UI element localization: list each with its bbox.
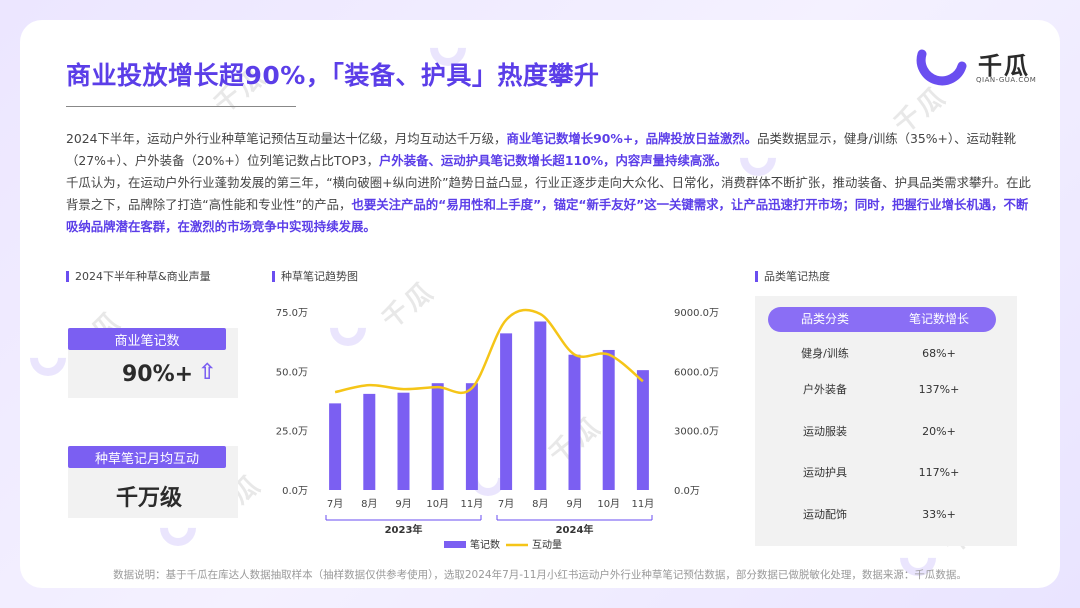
stat-label: 种草笔记月均互动 <box>68 446 226 468</box>
heading-marker <box>66 270 69 282</box>
x-tick-label: 8月 <box>532 498 548 510</box>
qiangua-logo-icon <box>916 49 967 86</box>
legend-label-interaction: 互动量 <box>532 539 562 551</box>
table-row: 健身/训练 68%+ <box>768 345 996 363</box>
trend-chart: 0.0万 25.0万 50.0万 75.0万 0.0万 3000.0万 6000.0万 900… <box>276 308 719 551</box>
table-cell-growth: 117%+ <box>918 466 960 479</box>
table-cell-category: 运动配饰 <box>803 508 847 521</box>
table-row: 运动护具 117%+ <box>768 464 996 482</box>
data-footnote: 数据说明：基于千瓜在库达人数据抽取样本（抽样数据仅供参考使用），选取2024年7… <box>113 569 967 581</box>
stat-value: 千万级 <box>116 486 183 511</box>
table-cell-growth: 137%+ <box>918 383 960 396</box>
chart-line-interaction <box>334 308 644 394</box>
logo-domain: QIAN-GUA.COM <box>976 76 1037 84</box>
y-left-tick-label: 50.0万 <box>276 367 308 378</box>
legend-swatch-notes <box>444 541 466 548</box>
section-heading-text: 2024下半年种草&商业声量 <box>75 270 211 283</box>
stat-card-monthly-interaction: 种草笔记月均互动 千万级 <box>68 446 238 518</box>
section-heading-category: 品类笔记热度 <box>755 268 830 284</box>
table-cell-category: 运动护具 <box>803 466 847 479</box>
x-tick-label: 7月 <box>498 498 514 510</box>
title-divider <box>66 106 296 107</box>
y-left-tick-label: 0.0万 <box>282 486 308 497</box>
table-cell-category: 户外装备 <box>803 383 847 396</box>
chart-bar <box>568 354 581 490</box>
y-right-tick-label: 0.0万 <box>674 486 700 497</box>
x-tick-label: 9月 <box>566 498 582 510</box>
x-tick-label: 11月 <box>461 498 484 510</box>
chart-bar <box>363 393 376 490</box>
legend-label-notes: 笔记数 <box>470 538 500 551</box>
table-header-category: 品类分类 <box>800 312 849 326</box>
section-heading-text: 品类笔记热度 <box>764 270 830 283</box>
y-right-tick-label: 6000.0万 <box>674 367 719 378</box>
y-right-tick-label: 9000.0万 <box>674 308 719 319</box>
table-row: 运动服装 20%+ <box>768 423 996 441</box>
category-table: 品类分类 笔记数增长 健身/训练 68%+ 户外装备 137%+ 运动服装 20… <box>755 296 1017 546</box>
intro-highlight: 户外装备、运动护具笔记数增长超110%，内容声量持续高涨。 <box>378 153 728 168</box>
table-row: 运动配饰 33%+ <box>768 506 996 524</box>
group-label: 2024年 <box>556 523 594 536</box>
group-label: 2023年 <box>385 523 423 536</box>
intro-paragraph-2: 千瓜认为，在运动户外行业蓬勃发展的第三年，“横向破圈+纵向进阶”趋势日益凸显，行… <box>66 172 1032 238</box>
intro-text: 2024下半年，运动户外行业种草笔记预估互动量达十亿级，月均互动达千万级，商业笔… <box>66 128 1032 238</box>
chart-bar <box>636 370 649 490</box>
table-cell-category: 健身/训练 <box>801 347 849 360</box>
x-tick-label: 10月 <box>597 498 620 510</box>
section-heading-text: 种草笔记趋势图 <box>281 270 358 283</box>
stat-label: 商业笔记数 <box>68 328 226 350</box>
chart-bar <box>534 321 547 490</box>
x-tick-label: 7月 <box>327 498 343 510</box>
chart-bar <box>602 349 615 490</box>
chart-bar <box>329 403 342 490</box>
table-cell-growth: 20%+ <box>922 425 956 438</box>
section-heading-trend: 种草笔记趋势图 <box>272 268 358 284</box>
stat-card-commercial-notes: 商业笔记数 90%+ ⇧ <box>68 328 238 398</box>
heading-marker <box>755 270 758 282</box>
intro-paragraph-1: 2024下半年，运动户外行业种草笔记预估互动量达十亿级，月均互动达千万级，商业笔… <box>66 128 1032 172</box>
section-heading-volume: 2024下半年种草&商业声量 <box>66 268 211 284</box>
x-tick-label: 9月 <box>395 498 411 510</box>
x-tick-label: 11月 <box>632 498 655 510</box>
x-tick-label: 10月 <box>426 498 449 510</box>
stat-value: 90%+ <box>122 362 194 387</box>
x-tick-label: 8月 <box>361 498 377 510</box>
intro-highlight: 商业笔记数增长90%+，品牌投放日益激烈。 <box>506 131 758 146</box>
intro-text-segment: 2024下半年，运动户外行业种草笔记预估互动量达十亿级，月均互动达千万级， <box>66 131 507 146</box>
table-row: 户外装备 137%+ <box>768 381 996 399</box>
arrow-up-icon: ⇧ <box>198 360 217 385</box>
heading-marker <box>272 270 275 282</box>
page-title: 商业投放增长超90%，「装备、护具」热度攀升 <box>66 61 600 90</box>
table-header-growth: 笔记数增长 <box>908 312 969 326</box>
brand-logo: 千瓜 QIAN-GUA.COM <box>916 48 1046 88</box>
chart-bar <box>397 392 410 490</box>
y-left-tick-label: 75.0万 <box>276 308 308 319</box>
chart-bar <box>431 383 444 490</box>
table-cell-growth: 33%+ <box>922 508 956 521</box>
table-cell-growth: 68%+ <box>922 347 956 360</box>
y-left-tick-label: 25.0万 <box>276 427 308 438</box>
chart-bar <box>465 383 478 490</box>
table-header: 品类分类 笔记数增长 <box>768 307 996 332</box>
y-right-tick-label: 3000.0万 <box>674 427 719 438</box>
table-cell-category: 运动服装 <box>803 425 847 438</box>
chart-bar <box>500 333 513 490</box>
